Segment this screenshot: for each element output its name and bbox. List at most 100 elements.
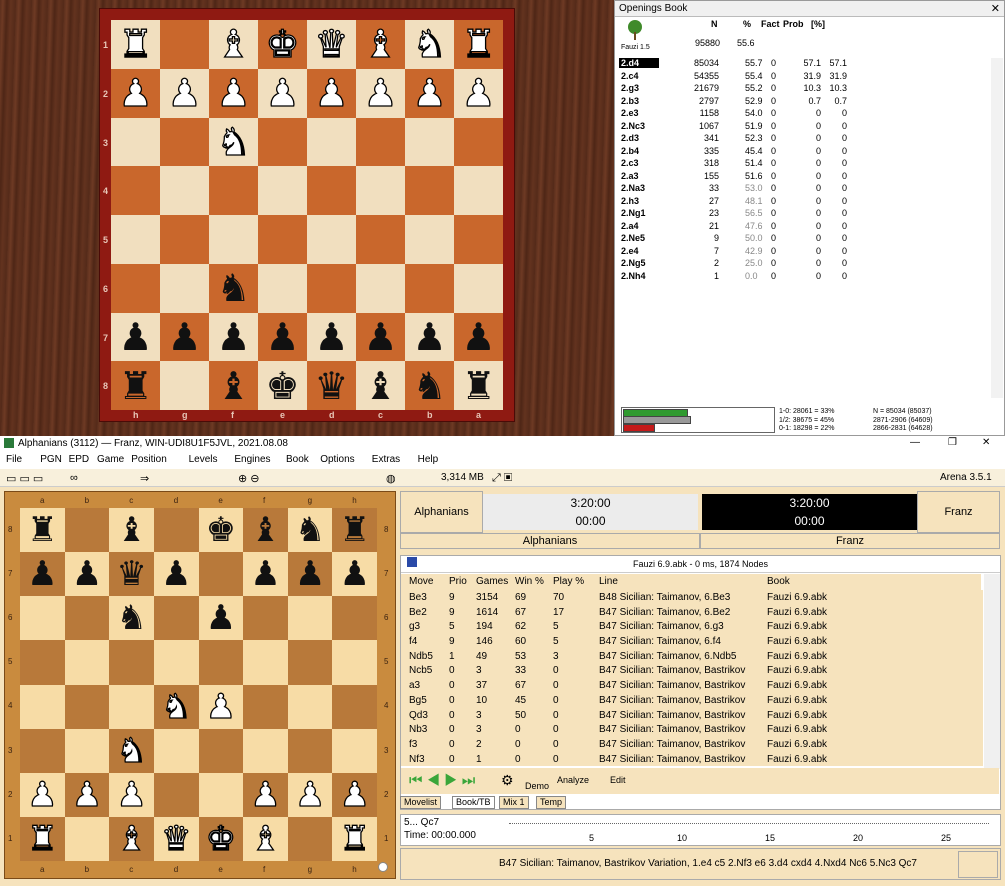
tab-booktb[interactable]: Book/TB (452, 796, 495, 809)
square-h6[interactable] (332, 596, 377, 641)
square-d1[interactable]: ♛ (307, 20, 356, 69)
white-knight-icon[interactable]: ♞ (116, 733, 148, 768)
book-row[interactable]: 2.a4 21 47.6 0 0 0 (617, 221, 987, 234)
square-a3[interactable] (454, 117, 503, 167)
analysis-rows[interactable]: Be3 9 3154 69 70 B48 Sicilian: Taimanov, 6.Be… (401, 590, 983, 767)
square-f4[interactable] (209, 166, 258, 215)
black-pawn-icon[interactable]: ♟ (72, 557, 102, 591)
square-a2[interactable]: ♟ (20, 772, 65, 817)
square-d2[interactable] (153, 772, 199, 817)
square-f3[interactable]: ♞ (209, 117, 258, 167)
menu-book[interactable]: Book (286, 454, 309, 465)
analysis-row[interactable]: Bg5 0 10 45 0 B47 Sicilian: Taimanov, Bastrik… (401, 692, 983, 708)
square-h3[interactable] (111, 117, 160, 167)
white-queen-icon[interactable]: ♛ (160, 821, 192, 856)
square-h7[interactable]: ♟ (111, 312, 160, 362)
book-row[interactable]: 2.a3 155 51.6 0 0 0 (617, 171, 987, 184)
square-d1[interactable]: ♛ (153, 816, 199, 861)
black-rook-icon[interactable]: ♜ (461, 367, 495, 405)
square-h3[interactable] (332, 728, 377, 773)
black-rook-icon[interactable]: ♜ (27, 513, 57, 547)
square-f3[interactable] (243, 728, 288, 773)
square-g2[interactable]: ♟ (287, 772, 333, 817)
black-knight-icon[interactable]: ♞ (295, 513, 325, 547)
square-c7[interactable]: ♛ (109, 552, 154, 597)
menu-help[interactable]: Help (418, 454, 439, 465)
black-pawn-icon[interactable]: ♟ (206, 601, 236, 635)
square-b4[interactable] (405, 166, 454, 215)
menu-extras[interactable]: Extras (372, 454, 400, 465)
square-h6[interactable] (111, 263, 160, 313)
square-d8[interactable]: ♛ (307, 361, 356, 410)
square-h8[interactable]: ♜ (332, 508, 377, 553)
square-d3[interactable] (153, 728, 199, 773)
white-rook-icon[interactable]: ♜ (461, 25, 496, 64)
analysis-scrollbar[interactable] (984, 574, 1000, 769)
book-row[interactable]: 2.b3 2797 52.9 0 0.7 0.7 (617, 96, 987, 109)
book-row[interactable]: 2.Ng5 2 25.0 0 0 0 (617, 258, 987, 271)
nav-buttons[interactable]: ⏮ ◀ ▶ ⏭ (409, 772, 475, 789)
square-a8[interactable]: ♜ (20, 508, 65, 553)
square-b6[interactable] (64, 596, 110, 641)
black-pawn-icon[interactable]: ♟ (118, 318, 152, 356)
minimize-icon[interactable]: — (910, 437, 920, 448)
square-a3[interactable] (20, 728, 65, 773)
zoom-icon[interactable]: ⊕ ⊖ (238, 472, 260, 485)
black-king-icon[interactable]: ♚ (265, 367, 299, 405)
white-king-icon[interactable]: ♚ (265, 25, 300, 64)
square-c6[interactable] (356, 263, 405, 313)
square-g4[interactable] (287, 684, 333, 729)
square-f7[interactable]: ♟ (243, 552, 288, 597)
black-pawn-icon[interactable]: ♟ (295, 557, 325, 591)
tab-movelist[interactable]: Movelist (400, 796, 442, 809)
square-d7[interactable]: ♟ (307, 312, 356, 362)
square-c6[interactable]: ♞ (109, 596, 154, 641)
white-king-icon[interactable]: ♚ (205, 821, 237, 856)
white-knight-icon[interactable]: ♞ (160, 689, 192, 724)
black-pawn-icon[interactable]: ♟ (265, 318, 299, 356)
square-g7[interactable]: ♟ (287, 552, 333, 597)
square-f6[interactable]: ♞ (209, 263, 258, 313)
gear-icon[interactable]: ⚙ (501, 772, 514, 789)
analysis-row[interactable]: Nf3 0 1 0 0 B47 Sicilian: Taimanov, Bastrikov… (401, 751, 983, 767)
square-a1[interactable]: ♜ (454, 20, 503, 69)
scrollbar[interactable] (991, 58, 1003, 398)
tab-mix1[interactable]: Mix 1 (499, 796, 529, 809)
square-b5[interactable] (405, 215, 454, 264)
square-d4[interactable] (307, 166, 356, 215)
menu-engines[interactable]: Engines (234, 454, 270, 465)
square-b6[interactable] (405, 263, 454, 313)
close-icon[interactable]: ✕ (991, 2, 1000, 15)
black-knight-icon[interactable]: ♞ (216, 269, 250, 307)
square-g6[interactable] (160, 263, 209, 313)
black-queen-icon[interactable]: ♛ (314, 367, 348, 405)
white-rook-icon[interactable]: ♜ (339, 821, 371, 856)
square-b3[interactable] (405, 117, 454, 167)
black-pawn-icon[interactable]: ♟ (461, 318, 495, 356)
square-b7[interactable]: ♟ (405, 312, 454, 362)
square-d6[interactable] (153, 596, 199, 641)
square-h8[interactable]: ♜ (111, 361, 160, 410)
square-d5[interactable] (153, 640, 199, 685)
white-pawn-icon[interactable]: ♟ (216, 73, 251, 112)
square-h5[interactable] (332, 640, 377, 685)
square-h2[interactable]: ♟ (332, 772, 377, 817)
black-knight-icon[interactable]: ♞ (116, 601, 146, 635)
menu-options[interactable]: Options (320, 454, 354, 465)
square-b1[interactable]: ♞ (405, 20, 454, 69)
menu-levels[interactable]: Levels (189, 454, 218, 465)
square-b5[interactable] (64, 640, 110, 685)
square-e4[interactable] (258, 166, 307, 215)
black-pawn-icon[interactable]: ♟ (412, 318, 446, 356)
white-pawn-icon[interactable]: ♟ (412, 73, 447, 112)
square-e5[interactable] (198, 640, 244, 685)
square-c7[interactable]: ♟ (356, 312, 405, 362)
square-g6[interactable] (287, 596, 333, 641)
square-e5[interactable] (258, 215, 307, 264)
square-c5[interactable] (356, 215, 405, 264)
menu-position[interactable]: Position (131, 454, 167, 465)
black-bishop-icon[interactable]: ♝ (363, 367, 397, 405)
book-row[interactable]: 2.g3 21679 55.2 0 10.3 10.3 (617, 83, 987, 96)
square-a2[interactable]: ♟ (454, 68, 503, 118)
square-b8[interactable]: ♞ (405, 361, 454, 410)
